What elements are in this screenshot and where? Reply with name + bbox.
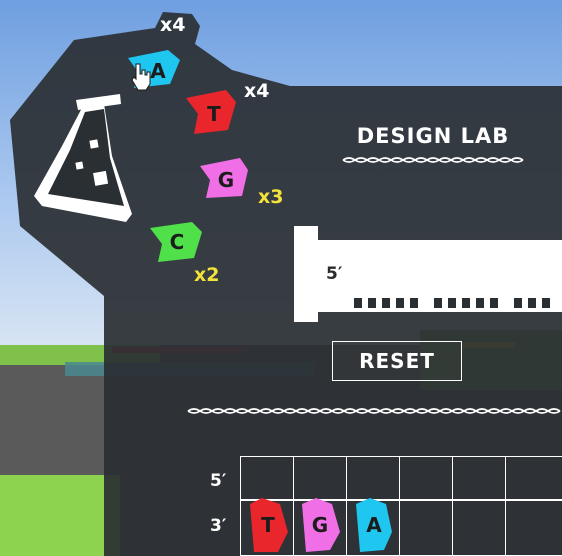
game-scene: A x4 T x4 G x3 C x2 DESIGN LAB 5′ RESET … bbox=[0, 0, 562, 556]
strand-piece-a-letter: A bbox=[366, 513, 382, 537]
strand-pieces-layer bbox=[250, 498, 392, 552]
strand-piece-g-letter: G bbox=[311, 513, 329, 537]
strand-piece-t-letter: T bbox=[261, 513, 275, 537]
